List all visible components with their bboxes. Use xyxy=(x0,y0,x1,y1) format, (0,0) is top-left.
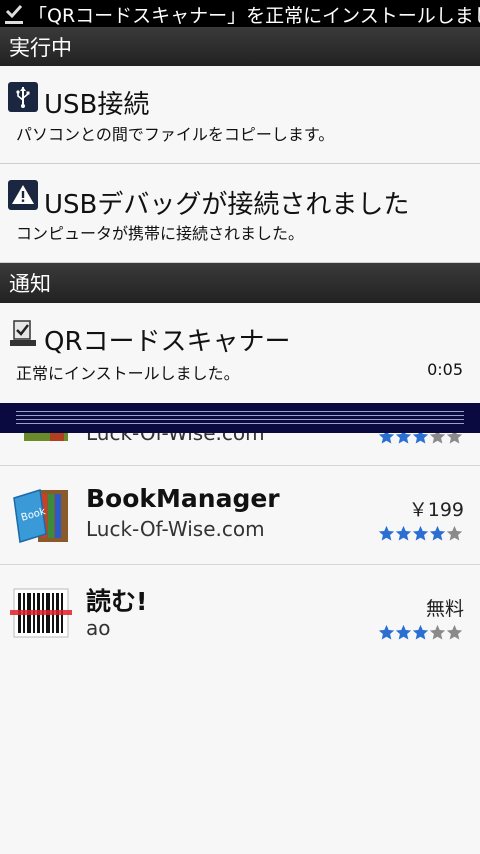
star-filled-icon xyxy=(378,525,395,541)
star-empty-icon xyxy=(446,433,463,444)
section-header-notifications: 通知 xyxy=(0,263,480,303)
barcode-icon xyxy=(10,583,72,645)
star-filled-icon xyxy=(378,433,395,444)
app-name: 読む! xyxy=(86,587,148,616)
notification-time: 0:05 xyxy=(427,360,463,379)
app-name: BookManager xyxy=(86,484,280,513)
star-filled-icon xyxy=(412,624,429,640)
app-developer: Luck-Of-Wise.com xyxy=(86,433,265,445)
star-empty-icon xyxy=(446,624,463,640)
star-empty-icon xyxy=(429,433,446,444)
notification-title: USB接続 xyxy=(44,90,150,120)
star-filled-icon xyxy=(429,525,446,541)
app-price: 無料 xyxy=(425,598,464,620)
star-empty-icon xyxy=(429,624,446,640)
app-price: ￥199 xyxy=(408,499,464,521)
notification-drawer-handle[interactable] xyxy=(0,403,480,433)
notification-title: USBデバッグが接続されました xyxy=(44,190,410,220)
notification-description: 正常にインストールしました。 xyxy=(16,364,240,383)
warning-icon xyxy=(8,180,38,210)
book-icon: Book xyxy=(10,484,72,546)
notification-description: コンピュータが携帯に接続されました。 xyxy=(16,224,305,243)
usb-icon xyxy=(8,82,38,112)
status-bar[interactable]: 「QRコードスキャナー」を正常にインストールしまし xyxy=(0,0,480,29)
star-filled-icon xyxy=(395,624,412,640)
install-complete-icon xyxy=(8,319,38,349)
app-developer: Luck-Of-Wise.com xyxy=(86,517,265,541)
app-list-item[interactable]: 読む! ao 無料 xyxy=(0,565,480,665)
star-filled-icon xyxy=(395,525,412,541)
app-list-item[interactable]: Book BookManager Luck-Of-Wise.com ￥199 xyxy=(0,466,480,564)
notification-usb-debugging[interactable]: USBデバッグが接続されました コンピュータが携帯に接続されました。 xyxy=(0,164,480,263)
notification-usb-connection[interactable]: USB接続 パソコンとの間でファイルをコピーします。 xyxy=(0,66,480,164)
app-list-item[interactable]: Luck-Of-Wise.com xyxy=(0,433,480,465)
star-empty-icon xyxy=(446,525,463,541)
download-complete-icon xyxy=(0,0,28,29)
star-filled-icon xyxy=(378,624,395,640)
notification-description: パソコンとの間でファイルをコピーします。 xyxy=(16,125,335,144)
app-icon-partial xyxy=(20,433,72,445)
section-header-ongoing: 実行中 xyxy=(0,27,480,66)
star-filled-icon xyxy=(412,433,429,444)
star-filled-icon xyxy=(412,525,429,541)
notification-qr-scanner-installed[interactable]: QRコードスキャナー 正常にインストールしました。 0:05 xyxy=(0,303,480,403)
app-developer: ao xyxy=(86,616,111,640)
ticker-text: 「QRコードスキャナー」を正常にインストールしまし xyxy=(28,5,480,27)
app-rating xyxy=(378,624,463,641)
app-rating xyxy=(378,525,463,542)
app-rating xyxy=(378,433,463,445)
star-filled-icon xyxy=(395,433,412,444)
notification-title: QRコードスキャナー xyxy=(44,327,291,357)
